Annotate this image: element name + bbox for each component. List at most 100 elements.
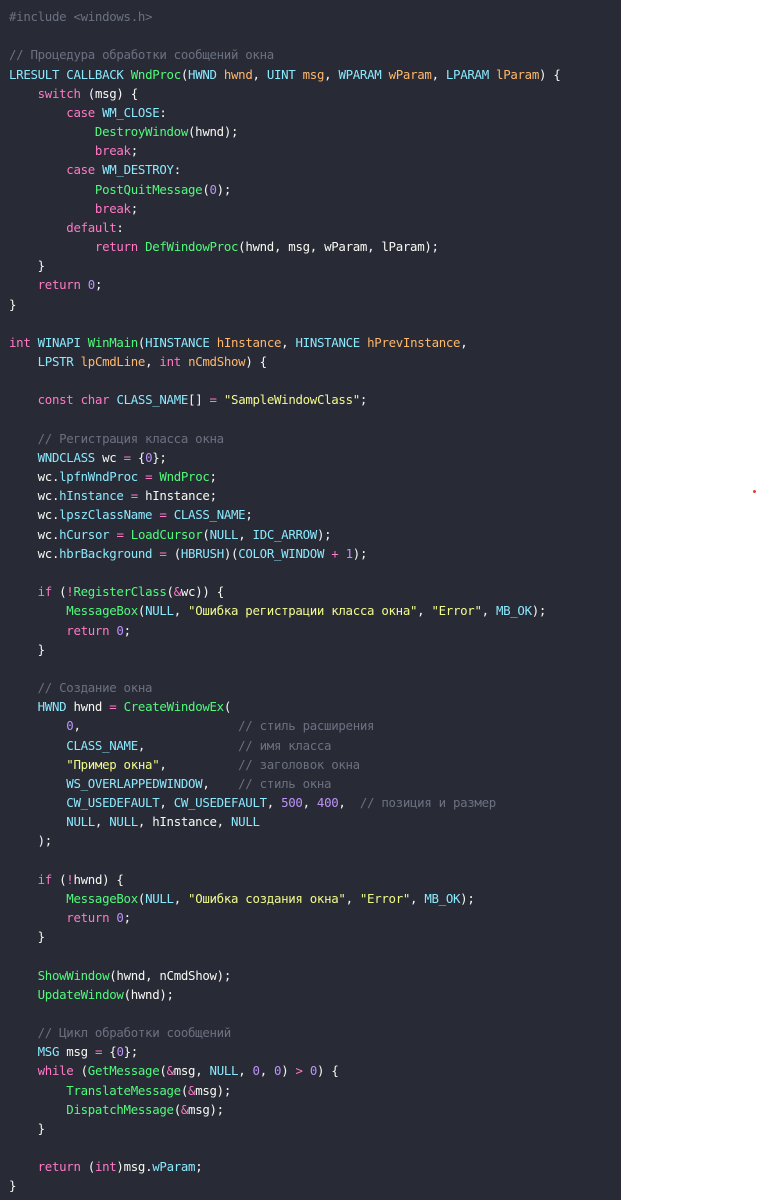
code-block[interactable]: #include <windows.h> // Процедура обработ…	[0, 7, 561, 1196]
code-token: NULL	[109, 814, 138, 830]
code-token: "Error"	[359, 890, 411, 906]
code-token: (	[202, 526, 210, 542]
code-line: case WM_CLOSE:	[9, 103, 560, 122]
code-token: hInstance	[145, 488, 210, 504]
code-token: MB_OK	[495, 603, 532, 619]
code-token: )	[281, 1063, 296, 1079]
code-token: CLASS_NAME	[66, 737, 138, 753]
code-token: ) {	[539, 66, 561, 82]
code-token: int	[159, 354, 181, 370]
code-token: msg	[66, 1044, 88, 1060]
code-token: LPARAM	[445, 66, 489, 82]
code-token: HINSTANCE	[145, 334, 210, 350]
code-token: ,	[238, 526, 253, 542]
code-line: // Цикл обработки сообщений	[9, 1023, 560, 1042]
code-line: MSG msg = {0};	[9, 1042, 560, 1061]
code-token: ,	[195, 1063, 210, 1079]
code-token: &	[180, 1101, 189, 1117]
code-token: =	[159, 545, 167, 561]
code-token: ;	[94, 277, 103, 293]
code-token: ;	[209, 469, 217, 485]
code-token: msg	[173, 1063, 196, 1079]
code-token: ,	[259, 1063, 275, 1079]
code-token: wc	[102, 449, 117, 465]
code-token: }	[9, 1178, 17, 1194]
code-token: );	[531, 603, 547, 619]
code-token: // заголовок окна	[238, 756, 360, 772]
code-token: WM_DESTROY	[102, 162, 174, 178]
code-token: ,	[94, 814, 110, 830]
code-line: // Процедура обработки сообщений окна	[9, 45, 560, 64]
code-token: }	[9, 258, 45, 274]
code-token: {	[130, 449, 146, 465]
code-token: hwnd	[223, 66, 253, 82]
code-token: if	[37, 871, 53, 887]
code-token: 0	[116, 1044, 124, 1060]
code-token: ;	[195, 1159, 203, 1175]
code-token: "Ошибка регистрации класса окна"	[188, 603, 418, 619]
code-token: (	[202, 181, 210, 197]
code-token: )) {	[195, 584, 224, 600]
code-token: 1	[345, 545, 353, 561]
code-token: DispatchMessage	[66, 1101, 174, 1117]
code-token: WS_OVERLAPPEDWINDOW	[66, 775, 203, 791]
code-token: return	[37, 1159, 81, 1175]
code-line: return DefWindowProc(hwnd, msg, wParam, …	[9, 237, 560, 256]
code-token: CreateWindowEx	[123, 699, 225, 715]
code-token: msg	[188, 1101, 210, 1117]
code-token: }	[9, 1120, 45, 1136]
code-token: ;	[130, 143, 138, 159]
code-token: return	[66, 910, 110, 926]
code-token: wc	[37, 507, 53, 523]
code-line: // Регистрация класса окна	[9, 429, 560, 448]
code-token: ,	[309, 239, 325, 255]
code-line: wc.lpfnWndProc = WndProc;	[9, 467, 560, 486]
code-token: HINSTANCE	[295, 334, 361, 350]
code-token: };	[123, 1044, 139, 1060]
code-token: MessageBox	[66, 603, 138, 619]
code-token: WinMain	[87, 334, 138, 350]
code-token: wc	[180, 584, 196, 600]
code-token: IDC_ARROW	[252, 526, 318, 542]
code-token: switch	[37, 85, 81, 101]
code-token: case	[66, 162, 95, 178]
code-token: RegisterClass	[73, 584, 167, 600]
code-token: :	[173, 162, 181, 178]
code-line: switch (msg) {	[9, 84, 560, 103]
code-line: }	[9, 640, 560, 659]
code-token: wParam	[324, 239, 368, 255]
code-token: );	[216, 1082, 232, 1098]
code-token: hbrBackground	[59, 545, 153, 561]
code-token: ,	[367, 239, 382, 255]
code-token: // Регистрация класса окна	[37, 430, 224, 446]
code-token: hInstance	[59, 488, 124, 504]
code-token: "Пример окна"	[66, 756, 160, 772]
code-line: NULL, NULL, hInstance, NULL	[9, 812, 560, 831]
code-token: ,	[145, 354, 160, 370]
code-token: ) {	[116, 85, 138, 101]
code-token: #include <windows.h>	[9, 9, 153, 24]
code-editor[interactable]: #include <windows.h> // Процедура обработ…	[0, 0, 621, 1200]
code-token: HBRUSH	[180, 545, 224, 561]
code-token: WINAPI	[37, 334, 81, 350]
